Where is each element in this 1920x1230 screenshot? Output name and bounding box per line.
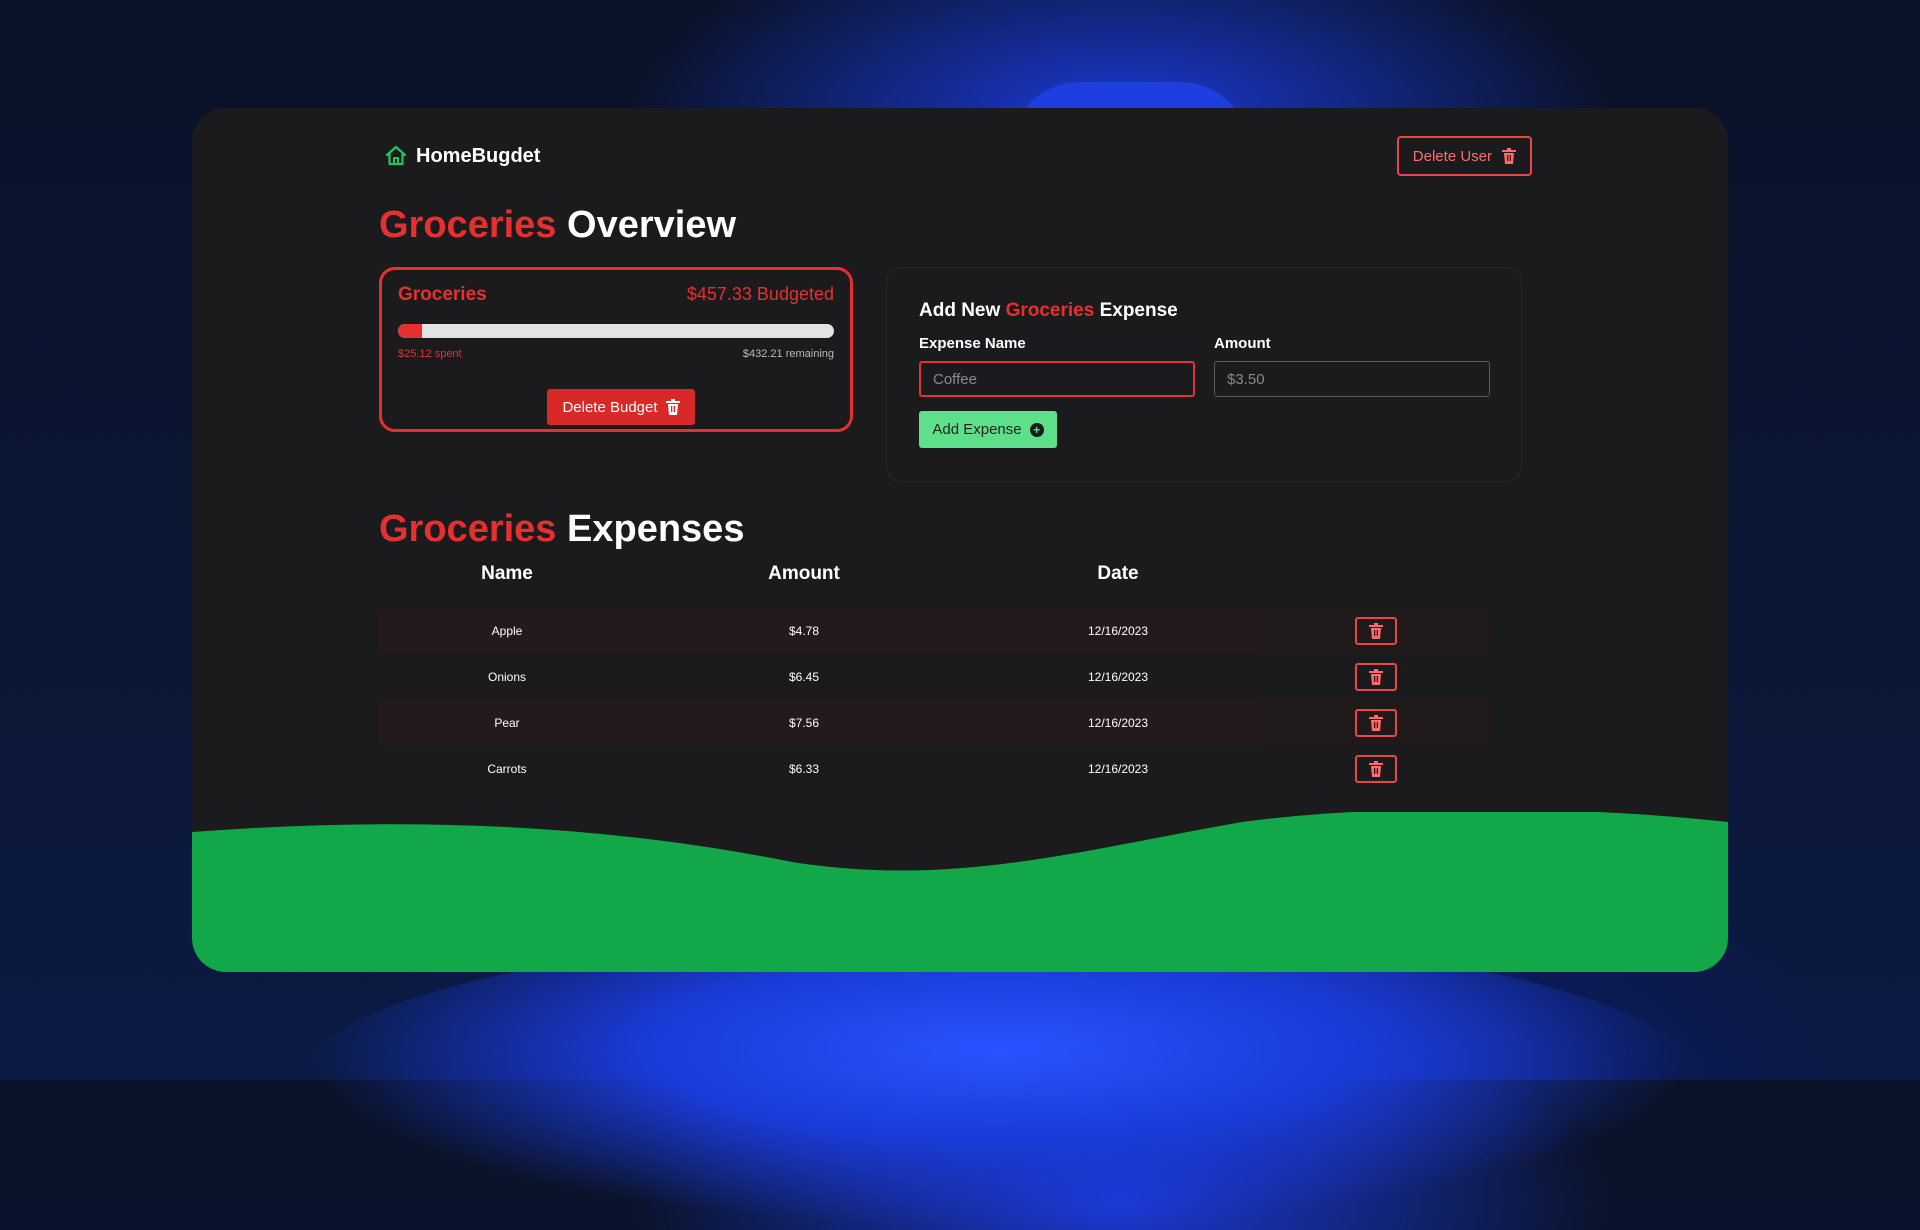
plus-circle-icon: + xyxy=(1029,422,1044,437)
cell-date: 12/16/2023 xyxy=(1087,762,1149,776)
amount-input[interactable]: $3.50 xyxy=(1214,361,1490,397)
column-header-date: Date xyxy=(1097,563,1139,584)
cell-actions xyxy=(1263,701,1489,745)
cell-name: Pear xyxy=(379,701,636,745)
expenses-heading-rest: Expenses xyxy=(567,508,745,550)
delete-expense-button[interactable] xyxy=(1355,709,1397,737)
table-header: Name Amount Date xyxy=(379,563,1489,603)
add-expense-heading: Add New Groceries Expense xyxy=(919,300,1178,322)
cell-amount: $6.45 xyxy=(788,670,820,684)
background-swirl xyxy=(300,930,1700,1230)
delete-budget-label: Delete Budget xyxy=(562,398,658,416)
overview-heading-rest: Overview xyxy=(567,204,737,246)
budget-remaining: $432.21 remaining xyxy=(742,348,834,360)
cell-amount: $7.56 xyxy=(635,701,974,745)
amount-label: Amount xyxy=(1214,335,1271,352)
cell-amount: $4.78 xyxy=(635,609,974,653)
add-expense-card: Add New Groceries Expense Expense Name C… xyxy=(886,267,1522,482)
column-header-name: Name xyxy=(481,563,533,584)
add-expense-heading-prefix: Add New xyxy=(919,300,1001,321)
add-expense-heading-accent: Groceries xyxy=(1005,300,1095,321)
add-expense-heading-suffix: Expense xyxy=(1099,300,1178,321)
delete-expense-button[interactable] xyxy=(1355,663,1397,691)
trash-icon xyxy=(1369,669,1383,685)
delete-budget-button[interactable]: Delete Budget xyxy=(547,389,695,425)
brand-name: HomeBugdet xyxy=(416,144,541,167)
cell-actions xyxy=(1263,655,1489,699)
expenses-heading: Groceries Expenses xyxy=(379,508,744,551)
trash-icon xyxy=(1369,623,1383,639)
trash-icon xyxy=(1369,715,1383,731)
trash-icon xyxy=(1502,148,1516,164)
delete-user-label: Delete User xyxy=(1412,147,1492,165)
cell-actions xyxy=(1263,747,1489,791)
add-expense-button[interactable]: Add Expense + xyxy=(919,411,1057,448)
cell-amount: $6.33 xyxy=(788,762,820,776)
overview-heading-accent: Groceries xyxy=(379,204,557,246)
table-row: Apple $4.78 12/16/2023 xyxy=(379,609,1489,653)
top-nav: HomeBugdet Delete User xyxy=(384,136,1532,176)
budget-name: Groceries xyxy=(398,284,487,305)
trash-icon xyxy=(665,399,680,415)
cell-name: Onions xyxy=(487,670,527,684)
column-header-amount: Amount xyxy=(768,563,840,584)
add-expense-label: Add Expense xyxy=(932,421,1022,438)
cell-date: 12/16/2023 xyxy=(973,701,1264,745)
delete-user-button[interactable]: Delete User xyxy=(1396,136,1532,176)
brand-link[interactable]: HomeBugdet xyxy=(384,144,540,168)
budget-card-header: Groceries $457.33 Budgeted xyxy=(398,284,834,306)
app-window: HomeBugdet Delete User Groceries Overvie… xyxy=(192,108,1728,972)
table-row: Onions $6.45 12/16/2023 xyxy=(379,655,1489,699)
overview-heading: Groceries Overview xyxy=(379,204,736,247)
budget-progress-bar xyxy=(398,324,834,338)
cell-date: 12/16/2023 xyxy=(973,609,1264,653)
home-icon xyxy=(385,145,407,166)
expense-name-input[interactable]: Coffee xyxy=(919,361,1195,397)
expense-name-label: Expense Name xyxy=(919,335,1026,352)
expenses-heading-accent: Groceries xyxy=(379,508,557,550)
amount-placeholder: $3.50 xyxy=(1227,370,1265,388)
cell-name: Carrots xyxy=(487,762,527,776)
delete-expense-button[interactable] xyxy=(1355,755,1397,783)
budget-card: Groceries $457.33 Budgeted $25.12 spent … xyxy=(379,267,853,432)
cell-name: Apple xyxy=(379,609,636,653)
cell-actions xyxy=(1263,609,1489,653)
expense-name-placeholder: Coffee xyxy=(933,370,977,388)
budget-progress-labels: $25.12 spent $432.21 remaining xyxy=(398,348,834,360)
table-row: Carrots $6.33 12/16/2023 xyxy=(379,747,1489,791)
delete-expense-button[interactable] xyxy=(1355,617,1397,645)
trash-icon xyxy=(1369,761,1383,777)
budget-amount: $457.33 Budgeted xyxy=(686,284,834,304)
table-row: Pear $7.56 12/16/2023 xyxy=(379,701,1489,745)
budget-spent: $25.12 spent xyxy=(398,348,462,360)
decorative-wave xyxy=(192,812,1728,972)
budget-progress-fill xyxy=(398,324,422,338)
cell-date: 12/16/2023 xyxy=(1087,670,1149,684)
